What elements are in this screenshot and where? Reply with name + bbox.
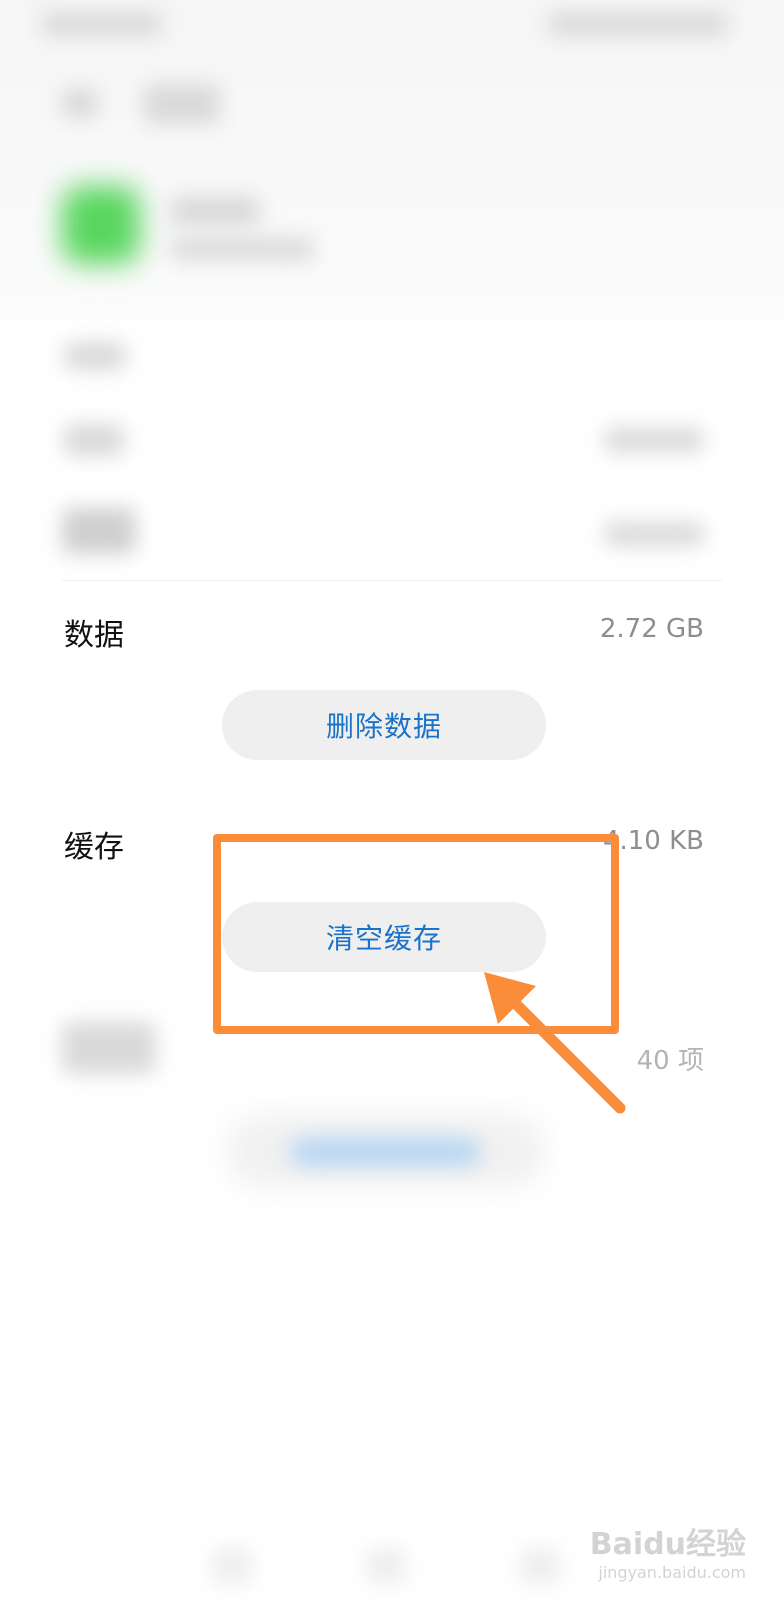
app-version [170,238,314,260]
section-divider [62,580,722,581]
blurred-row-value-3 [604,522,704,546]
data-label: 数据 [64,618,124,653]
status-bar-right [548,12,728,36]
cache-label: 缓存 [64,830,124,865]
data-size-value: 2.72 GB [599,614,704,644]
nav-home-icon[interactable] [366,1548,406,1584]
nav-back-icon[interactable] [212,1548,252,1584]
page-title [144,84,220,124]
app-name [170,196,260,226]
blurred-button-label [290,1138,480,1166]
blurred-row-label-2 [64,424,124,456]
nav-recent-icon[interactable] [520,1548,560,1584]
back-arrow-icon[interactable] [62,88,98,118]
blurred-header-region [0,0,784,320]
defaults-count-value: 40 项 [636,1046,704,1076]
arrow-shaft [500,988,626,1114]
blurred-row-label-1 [64,342,126,370]
blurred-row-label-4 [62,1022,156,1074]
status-bar-left [42,12,162,36]
watermark: Baidu经验 jingyan.baidu.com [590,1519,746,1582]
delete-data-button[interactable]: 删除数据 [222,690,546,760]
pointer-arrow-icon [484,972,626,1114]
app-icon [62,186,140,264]
blurred-row-value-2 [604,428,704,452]
watermark-logo: Baidu经验 [589,1527,746,1562]
blurred-row-label-3 [62,508,136,554]
watermark-url: jingyan.baidu.com [598,1563,746,1582]
